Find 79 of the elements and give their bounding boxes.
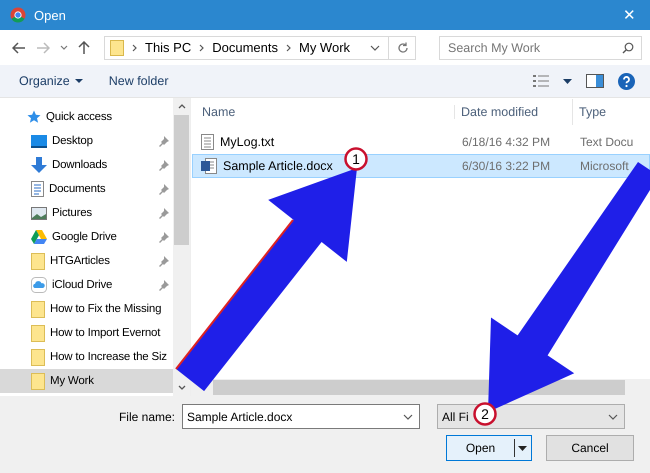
cancel-button[interactable]: Cancel <box>546 435 634 461</box>
word-document-icon <box>201 158 217 174</box>
cloud-icon <box>31 277 47 293</box>
folder-icon <box>31 252 45 270</box>
search-field[interactable]: Search My Work <box>439 36 642 60</box>
chevron-down-icon[interactable] <box>403 414 413 420</box>
browser-logo-icon <box>10 7 26 23</box>
nav-item[interactable]: My Work <box>0 369 173 393</box>
nav-item[interactable]: Documents <box>0 177 173 201</box>
breadcrumb[interactable]: Documents <box>212 40 278 55</box>
type-cell-text: Text Docu <box>579 135 634 149</box>
chevron-down-icon[interactable] <box>608 414 618 420</box>
up-arrow-icon[interactable] <box>78 40 90 54</box>
folder-icon <box>31 372 45 390</box>
help-icon[interactable] <box>618 72 635 90</box>
chevron-down-icon[interactable] <box>370 44 380 50</box>
preview-pane-icon[interactable] <box>586 74 604 88</box>
nav-item[interactable]: Google Drive <box>0 225 173 249</box>
nav-item[interactable]: Desktop <box>0 129 173 153</box>
column-header[interactable]: Date modified <box>454 105 572 119</box>
close-button[interactable]: ✕ <box>619 6 640 24</box>
caret-down-icon <box>74 79 83 83</box>
folder-icon <box>110 40 124 56</box>
down-arrow-icon <box>31 157 47 173</box>
file-name: Sample Article.docx <box>223 159 333 173</box>
vertical-scrollbar[interactable] <box>173 98 190 396</box>
window-title: Open <box>34 8 67 22</box>
address-bar[interactable]: This PC Documents My Work <box>104 36 416 60</box>
folder-icon <box>31 348 45 366</box>
breadcrumb[interactable]: My Work <box>298 40 350 55</box>
file-name: MyLog.txt <box>220 135 274 149</box>
caret-down-icon[interactable] <box>518 446 527 450</box>
pin-icon[interactable] <box>159 256 169 266</box>
nav-item[interactable]: HTGArticles <box>0 249 173 273</box>
text-document-icon <box>201 134 214 150</box>
file-name-label: File name: <box>118 410 176 424</box>
pin-icon[interactable] <box>159 136 169 146</box>
folder-icon <box>31 324 45 342</box>
nav-item[interactable]: How to Increase the Siz <box>0 345 173 369</box>
chevron-down-icon[interactable] <box>178 385 186 390</box>
monitor-icon <box>31 134 47 148</box>
view-list-icon[interactable] <box>533 74 549 88</box>
chevron-right-icon <box>199 44 204 52</box>
nav-item[interactable]: Downloads <box>0 153 173 177</box>
picture-icon <box>31 206 47 220</box>
type-cell-text: Microsoft <box>579 159 630 173</box>
chevron-right-icon <box>286 44 291 52</box>
column-header[interactable]: Type <box>572 99 632 125</box>
nav-item[interactable]: iCloud Drive <box>0 273 173 297</box>
step-badge: 2 <box>473 402 497 426</box>
step-badge: 1 <box>344 147 368 171</box>
open-button[interactable]: Open <box>446 435 532 461</box>
search-icon <box>622 42 634 54</box>
back-arrow-icon[interactable] <box>12 42 26 54</box>
chevron-right-icon <box>132 44 137 52</box>
pin-icon[interactable] <box>159 160 169 170</box>
nav-item[interactable]: How to Import Evernot <box>0 321 173 345</box>
nav-item[interactable]: Pictures <box>0 201 173 225</box>
column-header[interactable]: Name <box>202 105 454 119</box>
organize-menu[interactable]: Organize <box>19 74 83 88</box>
folder-icon <box>31 300 45 318</box>
breadcrumb[interactable]: This PC <box>145 40 192 55</box>
pin-icon[interactable] <box>159 280 169 290</box>
triangle-logo-icon <box>31 230 47 244</box>
document-icon <box>31 181 44 197</box>
caret-down-icon[interactable] <box>563 78 572 84</box>
nav-item[interactable]: Quick access <box>0 105 173 129</box>
nav-item[interactable]: How to Fix the Missing <box>0 297 173 321</box>
chevron-up-icon[interactable] <box>178 104 186 109</box>
star-icon <box>27 110 41 124</box>
pin-icon[interactable] <box>159 232 169 242</box>
chevron-down-icon[interactable] <box>60 45 68 50</box>
date-cell-text: 6/18/16 4:32 PM <box>461 135 552 149</box>
refresh-icon[interactable] <box>397 42 409 54</box>
file-name-field[interactable]: Sample Article.docx <box>182 404 420 429</box>
date-cell-text: 6/30/16 3:22 PM <box>461 159 552 173</box>
pin-icon[interactable] <box>159 208 169 218</box>
new-folder-button[interactable]: New folder <box>108 74 168 88</box>
pin-icon[interactable] <box>159 184 169 194</box>
